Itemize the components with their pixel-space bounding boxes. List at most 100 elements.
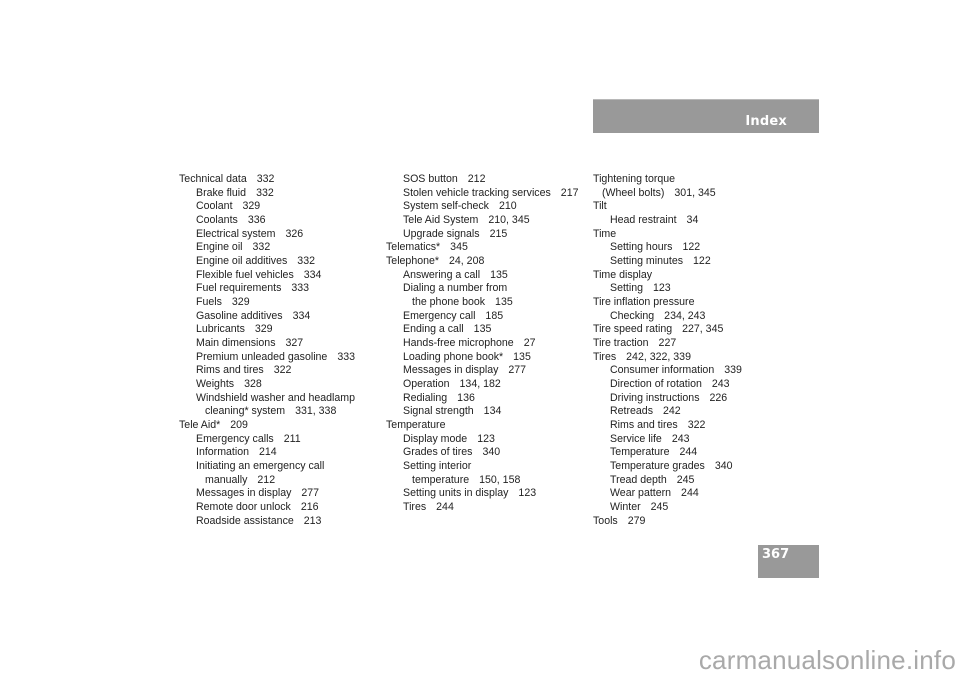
entry-page-ref[interactable]: 34: [687, 214, 699, 226]
entry-page-ref[interactable]: 24, 208: [449, 255, 484, 267]
entry-page-ref[interactable]: 227, 345: [682, 323, 723, 335]
entry-page-ref[interactable]: 242, 322, 339: [626, 351, 691, 363]
entry-page-ref[interactable]: 135: [513, 351, 531, 363]
entry-page-ref[interactable]: 277: [301, 487, 319, 499]
index-subentry: Setting hours 122: [593, 241, 742, 255]
index-subentry: Setting 123: [593, 282, 742, 296]
section-header: Index: [593, 99, 819, 133]
entry-term: Answering a call: [403, 268, 481, 281]
entry-page-ref[interactable]: 329: [243, 200, 261, 212]
entry-term: Rims and tires: [196, 364, 264, 377]
index-subentry: Messages in display 277: [386, 364, 578, 378]
index-subentry: Answering a call 135: [386, 269, 578, 283]
entry-page-ref[interactable]: 331, 338: [295, 405, 336, 417]
index-subentry: Tele Aid System 210, 345: [386, 214, 578, 228]
entry-page-ref[interactable]: 227: [659, 337, 677, 349]
entry-page-ref[interactable]: 122: [693, 255, 711, 267]
entry-page-ref[interactable]: 217: [561, 187, 579, 199]
entry-page-ref[interactable]: 212: [257, 474, 275, 486]
entry-term: Tools: [593, 514, 618, 527]
entry-page-ref[interactable]: 136: [457, 392, 475, 404]
entry-page-ref[interactable]: 245: [677, 474, 695, 486]
entry-page-ref[interactable]: 242: [663, 405, 681, 417]
entry-page-ref[interactable]: 123: [518, 487, 536, 499]
entry-page-ref[interactable]: 340: [482, 446, 500, 458]
entry-page-ref[interactable]: 332: [253, 241, 271, 253]
entry-term: Head restraint: [610, 214, 677, 227]
index-subentry: Rims and tires 322: [179, 364, 355, 378]
entry-page-ref[interactable]: 322: [688, 419, 706, 431]
entry-page-ref[interactable]: 332: [257, 173, 275, 185]
entry-term: Fuel requirements: [196, 282, 282, 295]
entry-page-ref[interactable]: 301, 345: [674, 187, 715, 199]
entry-page-ref[interactable]: 134: [484, 405, 502, 417]
index-subentry: Ending a call 135: [386, 323, 578, 337]
entry-page-ref[interactable]: 226: [710, 392, 728, 404]
entry-page-ref[interactable]: 328: [244, 378, 262, 390]
entry-page-ref[interactable]: 123: [653, 282, 671, 294]
entry-term: Setting: [610, 282, 643, 295]
entry-page-ref[interactable]: 334: [304, 269, 322, 281]
entry-term: Tire inflation pressure: [593, 296, 695, 309]
entry-page-ref[interactable]: 215: [490, 228, 508, 240]
entry-page-ref[interactable]: 134, 182: [460, 378, 501, 390]
entry-page-ref[interactable]: 244: [679, 446, 697, 458]
index-subentry: Temperature 244: [593, 446, 742, 460]
entry-page-ref[interactable]: 212: [468, 173, 486, 185]
entry-page-ref[interactable]: 135: [495, 296, 513, 308]
entry-page-ref[interactable]: 245: [651, 501, 669, 513]
entry-page-ref[interactable]: 27: [524, 337, 536, 349]
index-subentry: Checking 234, 243: [593, 310, 742, 324]
index-subentry: Rims and tires 322: [593, 419, 742, 433]
entry-page-ref[interactable]: 334: [293, 310, 311, 322]
entry-page-ref[interactable]: 234, 243: [664, 310, 705, 322]
entry-page-ref[interactable]: 244: [681, 487, 699, 499]
entry-page-ref[interactable]: 336: [248, 214, 266, 226]
entry-term: Direction of rotation: [610, 378, 702, 391]
index-subentry: Display mode 123: [386, 433, 578, 447]
entry-page-ref[interactable]: 332: [256, 187, 274, 199]
entry-page-ref[interactable]: 209: [230, 419, 248, 431]
entry-page-ref[interactable]: 327: [286, 337, 304, 349]
entry-term: cleaning* system: [205, 405, 286, 418]
entry-page-ref[interactable]: 244: [436, 501, 454, 513]
entry-page-ref[interactable]: 213: [304, 515, 322, 527]
entry-page-ref[interactable]: 339: [724, 364, 742, 376]
entry-page-ref[interactable]: 216: [301, 501, 319, 513]
entry-term: Tilt: [593, 200, 607, 213]
index-subentry: Head restraint 34: [593, 214, 742, 228]
entry-term: Grades of tires: [403, 446, 473, 459]
entry-term: Gasoline additives: [196, 309, 283, 322]
entry-page-ref[interactable]: 333: [291, 282, 309, 294]
entry-page-ref[interactable]: 135: [474, 323, 492, 335]
index-subentry: Emergency call 185: [386, 310, 578, 324]
entry-page-ref[interactable]: 340: [715, 460, 733, 472]
entry-page-ref[interactable]: 210, 345: [488, 214, 529, 226]
entry-page-ref[interactable]: 322: [274, 364, 292, 376]
entry-page-ref[interactable]: 135: [490, 269, 508, 281]
entry-page-ref[interactable]: 243: [672, 433, 690, 445]
index-subentry: Brake fluid 332: [179, 187, 355, 201]
entry-page-ref[interactable]: 345: [450, 241, 468, 253]
entry-page-ref[interactable]: 279: [628, 515, 646, 527]
index-subentry: Driving instructions 226: [593, 392, 742, 406]
page-number: 367: [762, 547, 790, 562]
entry-page-ref[interactable]: 329: [255, 323, 273, 335]
entry-page-ref[interactable]: 122: [682, 241, 700, 253]
entry-term: Dialing a number from: [403, 282, 508, 295]
entry-page-ref[interactable]: 329: [232, 296, 250, 308]
entry-term: Weights: [196, 378, 235, 391]
entry-page-ref[interactable]: 243: [712, 378, 730, 390]
entry-page-ref[interactable]: 210: [499, 200, 517, 212]
entry-page-ref[interactable]: 150, 158: [479, 474, 520, 486]
entry-page-ref[interactable]: 214: [259, 446, 277, 458]
index-subentry: Main dimensions 327: [179, 337, 355, 351]
entry-page-ref[interactable]: 326: [285, 228, 303, 240]
entry-page-ref[interactable]: 211: [284, 433, 301, 445]
entry-page-ref[interactable]: 277: [508, 364, 526, 376]
entry-page-ref[interactable]: 123: [477, 433, 495, 445]
entry-page-ref[interactable]: 333: [337, 351, 355, 363]
entry-page-ref[interactable]: 185: [485, 310, 503, 322]
index-entry: Time display: [593, 269, 742, 283]
entry-page-ref[interactable]: 332: [297, 255, 315, 267]
